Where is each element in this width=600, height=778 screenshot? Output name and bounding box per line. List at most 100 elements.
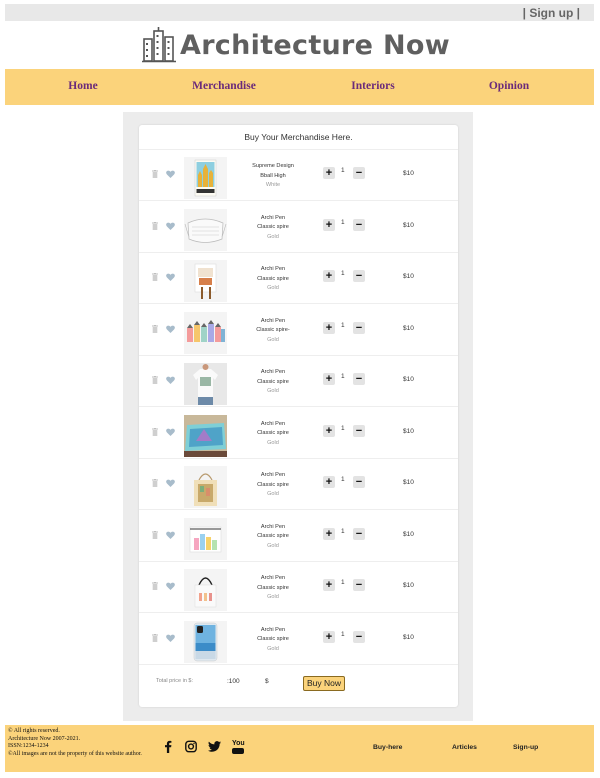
increase-quantity-button[interactable]: + [323,424,335,437]
trash-icon[interactable] [152,530,158,539]
heart-icon[interactable] [166,582,175,590]
cart-item: Supreme Design Bball High White +1 − $10 [139,150,458,201]
youtube-icon[interactable]: You [232,740,245,754]
nav-merchandise[interactable]: Merchandise [192,80,256,92]
product-name: Archi Pen [260,626,286,633]
product-thumbnail[interactable] [184,620,227,663]
trash-icon[interactable] [152,221,158,230]
total-row: Total price in $: :100 $ Buy Now [139,666,458,696]
cart-item: Archi Pen Classic spire Gold +1− $10 [139,408,458,459]
signup-link[interactable]: | Sign up | [523,6,580,20]
decrease-quantity-button[interactable]: − [353,373,365,385]
increase-quantity-button[interactable]: + [323,476,335,488]
product-name: Archi Pen [260,523,286,530]
increase-quantity-button[interactable]: + [323,579,335,591]
trash-icon[interactable] [152,170,158,178]
increase-quantity-button[interactable]: + [323,167,335,179]
nav-interiors[interactable]: Interiors [351,80,394,92]
product-color: Gold [267,439,279,446]
product-thumbnail[interactable] [184,517,227,560]
trash-icon[interactable] [152,479,158,487]
heart-icon[interactable] [166,531,175,539]
trash-icon[interactable] [152,324,158,333]
increase-quantity-button[interactable]: + [323,270,335,282]
product-thumbnail[interactable] [184,414,227,457]
building-logo-icon [142,27,176,63]
product-name: Archi Pen [260,472,286,478]
decrease-quantity-button[interactable]: − [353,476,365,488]
quantity-value: 1 [341,321,345,329]
item-price: $10 [403,427,414,435]
product-thumbnail[interactable] [184,363,227,405]
heart-icon[interactable] [166,325,175,333]
trash-icon[interactable] [152,633,158,642]
increase-quantity-button[interactable]: + [323,630,335,643]
black-tote-image [194,577,217,608]
item-price: $10 [403,170,414,177]
quantity-value: 1 [341,218,345,226]
product-thumbnail[interactable] [184,311,227,354]
trash-icon[interactable] [152,273,158,281]
facebook-icon[interactable] [162,740,174,753]
heart-icon[interactable] [166,376,175,384]
phone-case-image [193,622,218,661]
heart-icon[interactable] [166,273,175,281]
decrease-quantity-button[interactable]: − [353,630,365,643]
buy-now-button[interactable]: Buy Now [303,676,345,691]
decrease-quantity-button[interactable]: − [353,218,365,231]
decrease-quantity-button[interactable]: − [353,579,365,591]
cart-item: Archi Pen Classic spire Gold +1− $10 [139,459,458,510]
trash-icon[interactable] [152,582,158,590]
heart-icon[interactable] [166,634,175,642]
increase-quantity-button[interactable]: + [323,321,335,334]
increase-quantity-button[interactable]: + [323,373,335,385]
product-color: Gold [267,285,279,292]
instagram-icon[interactable] [185,740,197,753]
site-logo[interactable]: Architecture Now [142,26,450,64]
cart-item: Archi Pen Classic spire Gold +1− $10 [139,614,458,665]
cart-card: Buy Your Merchandise Here. Supreme Desig… [139,125,458,707]
product-name: Archi Pen [260,214,286,221]
heart-icon[interactable] [166,222,175,230]
item-price: $10 [403,221,414,229]
product-color: Gold [267,491,279,498]
nav-home[interactable]: Home [68,80,97,92]
increase-quantity-button[interactable]: + [323,218,335,231]
cart-item: Archi Pen Classic spire Gold +1− $10 [139,511,458,562]
site-title: Architecture Now [180,29,450,61]
heart-icon[interactable] [166,170,175,178]
trash-icon[interactable] [152,427,158,436]
twitter-icon[interactable] [208,740,221,753]
trash-icon[interactable] [152,376,158,384]
houses-sticker-image [187,319,225,342]
footer-link-sign-up[interactable]: Sign-up [513,744,538,751]
currency-symbol: $ [265,678,269,685]
product-description: Archi Pen Classic spire- Gold [239,317,307,346]
item-price: $10 [403,324,414,332]
product-color: Gold [267,594,279,601]
product-thumbnail[interactable] [184,208,227,251]
copyright-text: © All rights reserved. Architecture Now … [8,728,153,758]
product-thumbnail[interactable] [184,157,227,199]
quantity-value: 1 [341,527,345,535]
nav-opinion[interactable]: Opinion [489,80,529,92]
footer-link-buy-here[interactable]: Buy-here [373,744,402,751]
product-thumbnail[interactable] [184,569,227,611]
product-thumbnail[interactable] [184,466,227,508]
quantity-value: 1 [341,579,345,586]
copyright-line: ©All images are not the property of this… [8,750,142,757]
heart-icon[interactable] [166,479,175,487]
product-color: Gold [267,336,279,343]
decrease-quantity-button[interactable]: − [353,270,365,282]
decrease-quantity-button[interactable]: − [353,167,365,179]
decrease-quantity-button[interactable]: − [353,527,365,540]
t-shirt-image [184,363,227,405]
heart-icon[interactable] [166,428,175,436]
product-variant: Classic spire [257,378,289,385]
product-thumbnail[interactable] [184,260,227,302]
decrease-quantity-button[interactable]: − [353,424,365,437]
footer-link-articles[interactable]: Articles [452,744,477,751]
increase-quantity-button[interactable]: + [323,527,335,540]
decrease-quantity-button[interactable]: − [353,321,365,334]
cart-item: Archi Pen Classic spire Gold +1− $10 [139,562,458,613]
